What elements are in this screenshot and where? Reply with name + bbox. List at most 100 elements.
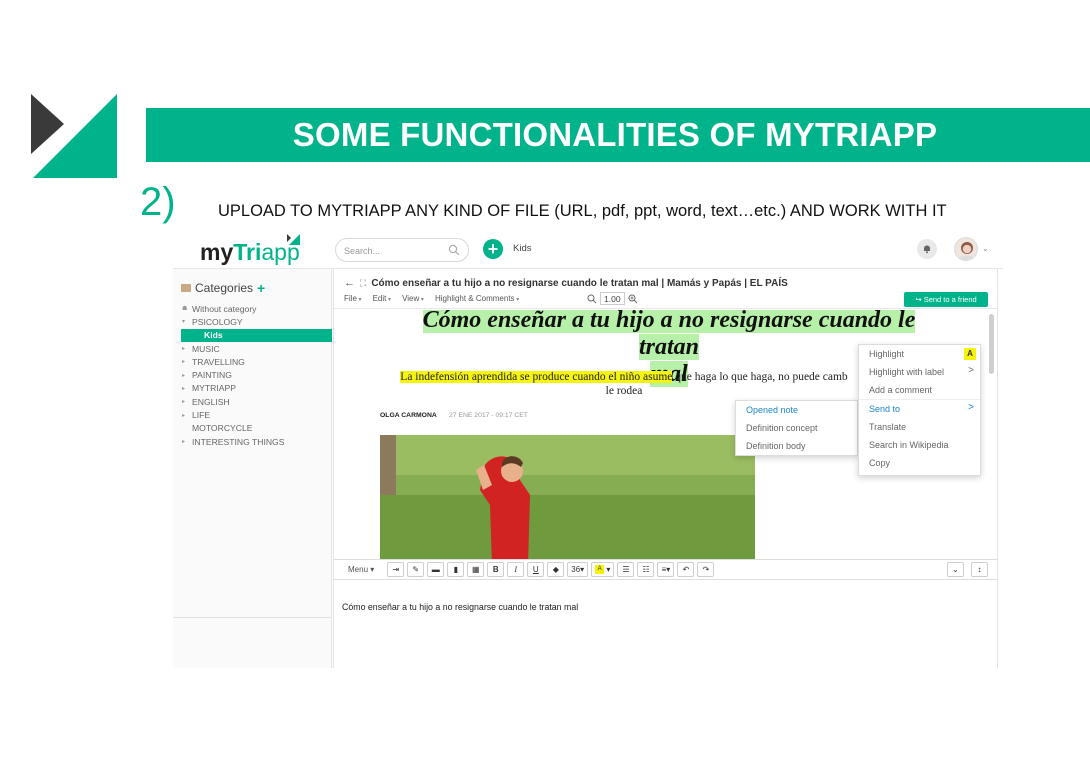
font-size-select[interactable]: 36 ▾ (567, 562, 589, 577)
caret-right-icon: ▸ (182, 412, 186, 419)
back-arrow-icon[interactable]: ← (344, 277, 355, 289)
chevron-down-icon[interactable]: ⌄ (947, 562, 964, 577)
search-input[interactable] (344, 243, 444, 258)
context-menu: Highlight A Highlight with label > Add a c… (858, 344, 981, 476)
scrollbar[interactable] (989, 314, 994, 374)
menu-item-translate[interactable]: Translate (859, 418, 980, 436)
search-box[interactable] (335, 238, 469, 262)
menu-item-copy[interactable]: Copy (859, 454, 980, 472)
menu-file[interactable]: File (344, 294, 362, 303)
sidebar-item-travelling[interactable]: ▸ TRAVELLING (173, 355, 332, 368)
numbered-list-icon[interactable]: ☷ (637, 562, 655, 577)
resize-icon[interactable]: ↕ (971, 562, 988, 577)
sidebar-item-painting[interactable]: ▸ PAINTING (173, 368, 332, 381)
article-photo (380, 435, 755, 559)
insert-icon[interactable]: ⇥ (387, 562, 405, 577)
avatar[interactable] (954, 237, 978, 261)
search-icon[interactable] (448, 244, 460, 256)
menu-item-search-wikipedia[interactable]: Search in Wikipedia (859, 436, 980, 454)
slide-title: SOME FUNCTIONALITIES OF MYTRIAPP (292, 116, 938, 153)
app-window: myTriapp + Kids ⌄ (173, 231, 1003, 668)
zoom-control: 1.00 (587, 292, 638, 305)
caret-right-icon: ▸ (182, 372, 186, 379)
menu-view[interactable]: View (402, 294, 424, 303)
breadcrumb[interactable]: Kids (513, 243, 531, 254)
sidebar: Categories + ☗ Without category ▾ PSICOLOG… (173, 269, 332, 668)
bold-button[interactable]: B (487, 562, 505, 577)
undo-icon[interactable]: ↶ (677, 562, 695, 577)
bell-icon[interactable] (917, 239, 937, 259)
highlight-color-badge[interactable]: A (964, 348, 976, 360)
menu-highlight-comments[interactable]: Highlight & Comments (435, 294, 519, 303)
menu-item-highlight[interactable]: Highlight A (859, 345, 980, 363)
zoom-out-icon[interactable] (587, 294, 597, 304)
home-icon: ☗ (182, 306, 188, 313)
zoom-level[interactable]: 1.00 (600, 292, 625, 305)
menu-item-definition-concept[interactable]: Definition concept (736, 419, 857, 437)
chevron-right-icon: > (968, 365, 974, 376)
toolbar-right: ⌄ ↕ (947, 562, 991, 577)
mytriapp-logo-mark (31, 94, 117, 178)
caret-down-icon: ▾ (182, 319, 186, 326)
sidebar-item-motorcycle[interactable]: MOTORCYCLE (173, 422, 332, 435)
sidebar-item-interesting-things[interactable]: ▸ INTERESTING THINGS (173, 435, 332, 448)
zoom-in-icon[interactable] (628, 294, 638, 304)
article-subtitle[interactable]: La indefensión aprendida se produce cuan… (374, 370, 874, 398)
sidebar-item-mytriapp[interactable]: ▸ MYTRIAPP (173, 382, 332, 395)
sidebar-item-kids[interactable]: Kids (181, 328, 332, 342)
add-category-button[interactable]: + (257, 280, 265, 296)
step-number: 2) (140, 180, 176, 224)
chevron-right-icon: > (968, 402, 974, 413)
caret-right-icon: ▸ (182, 346, 186, 353)
caret-right-icon: ▸ (182, 385, 186, 392)
bullet-list-icon[interactable]: ☰ (617, 562, 635, 577)
menu-item-send-to[interactable]: Send to > (859, 400, 980, 418)
sidebar-item-life[interactable]: ▸ LIFE (173, 408, 332, 421)
brand-logo[interactable]: myTriapp (200, 239, 300, 266)
add-icon[interactable]: + (483, 239, 503, 259)
trash-icon[interactable]: ▮ (447, 562, 465, 577)
sidebar-item-english[interactable]: ▸ ENGLISH (173, 395, 332, 408)
chevron-down-icon[interactable]: ⌄ (982, 244, 989, 253)
menu-item-highlight-with-label[interactable]: Highlight with label > (859, 363, 980, 381)
brand-mark-icon (287, 234, 300, 245)
sidebar-divider (173, 617, 332, 618)
italic-button[interactable]: I (507, 562, 525, 577)
eraser-icon[interactable]: ◆ (547, 562, 565, 577)
align-icon[interactable]: ≡▾ (657, 562, 675, 577)
title-band: SOME FUNCTIONALITIES OF MYTRIAPP (146, 108, 1090, 162)
send-to-friend-button[interactable]: ↪ Send to a friend (904, 292, 988, 307)
article-author: OLGA CARMONA (380, 412, 437, 419)
highlight-color-select[interactable]: A ▾ (591, 562, 615, 577)
sidebar-item-music[interactable]: ▸ MUSIC (173, 342, 332, 355)
document-title-row: ← ⛶ Cómo enseñar a tu hijo a no resignar… (344, 277, 788, 289)
caret-right-icon: ▸ (182, 399, 186, 406)
article-view: Cómo enseñar a tu hijo a no resignarse c… (334, 310, 997, 559)
menu-item-definition-body[interactable]: Definition body (736, 437, 857, 455)
send-to-submenu: Opened note Definition concept Definitio… (735, 400, 858, 456)
menu-item-add-comment[interactable]: Add a comment (859, 381, 980, 399)
app-topbar: myTriapp + Kids ⌄ (173, 231, 1003, 269)
edit-icon[interactable]: ✎ (407, 562, 425, 577)
document-menu: File Edit View Highlight & Comments (344, 294, 519, 303)
editor-menu-button[interactable]: Menu ▾ (348, 565, 374, 574)
sidebar-item-psicology[interactable]: ▾ PSICOLOGY (173, 315, 332, 328)
document-header: ← ⛶ Cómo enseñar a tu hijo a no resignar… (334, 269, 997, 309)
slide: SOME FUNCTIONALITIES OF MYTRIAPP 2) UPLO… (0, 0, 1090, 767)
menu-item-opened-note[interactable]: Opened note (736, 401, 857, 419)
underline-button[interactable]: U (527, 562, 545, 577)
table-icon[interactable]: ▦ (467, 562, 485, 577)
slide-subtitle: UPLOAD TO MYTRIAPP ANY KIND OF FILE (URL… (218, 202, 947, 220)
expand-icon[interactable]: ⛶ (360, 278, 366, 289)
menu-edit[interactable]: Edit (373, 294, 391, 303)
article-date: 27 ENE 2017 - 09:17 CET (449, 412, 528, 419)
editor-area[interactable]: Cómo enseñar a tu hijo a no resignarse c… (334, 580, 997, 668)
editor-toolbar: Menu ▾ ⇥ ✎ ▬ ▮ ▦ B I U ◆ 36 ▾ A ▾ ☰ ☷ ≡▾ … (334, 559, 997, 580)
folder-icon[interactable]: ▬ (427, 562, 445, 577)
highlighted-text[interactable]: La indefensión aprendida se produce cuan… (400, 371, 673, 383)
editor-content[interactable]: Cómo enseñar a tu hijo a no resignarse c… (342, 602, 578, 612)
caret-right-icon: ▸ (182, 359, 186, 366)
redo-icon[interactable]: ↷ (697, 562, 715, 577)
document-panel: ← ⛶ Cómo enseñar a tu hijo a no resignar… (333, 269, 998, 668)
sidebar-item-without-category[interactable]: ☗ Without category (173, 302, 332, 315)
